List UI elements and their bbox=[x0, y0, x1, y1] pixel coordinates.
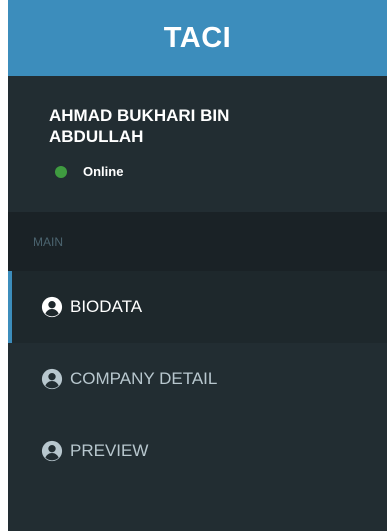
user-circle-icon bbox=[41, 440, 63, 462]
user-status[interactable]: Online bbox=[49, 164, 387, 179]
sidebar-item-biodata[interactable]: BIODATA bbox=[8, 271, 387, 343]
sidebar-item-preview[interactable]: PREVIEW bbox=[8, 415, 387, 487]
user-circle-icon bbox=[41, 296, 63, 318]
menu-header-label: MAIN bbox=[33, 234, 63, 249]
sidebar-item-label: COMPANY DETAIL bbox=[70, 369, 218, 388]
sidebar-item-company-detail[interactable]: COMPANY DETAIL bbox=[8, 343, 387, 415]
online-status-icon bbox=[55, 165, 67, 178]
sidebar-item-label: PREVIEW bbox=[70, 441, 149, 460]
user-circle-icon bbox=[41, 368, 63, 390]
user-panel: AHMAD BUKHARI BIN ABDULLAH Online bbox=[8, 76, 387, 212]
sidebar-item-label: BIODATA bbox=[70, 297, 143, 316]
brand-logo[interactable]: TACI bbox=[8, 0, 387, 76]
user-name: AHMAD BUKHARI BIN ABDULLAH bbox=[49, 106, 230, 146]
menu-header: MAIN bbox=[8, 212, 387, 271]
sidebar: TACI AHMAD BUKHARI BIN ABDULLAH Online M… bbox=[8, 0, 387, 531]
user-status-label: Online bbox=[83, 164, 124, 179]
brand-title: TACI bbox=[163, 21, 232, 54]
